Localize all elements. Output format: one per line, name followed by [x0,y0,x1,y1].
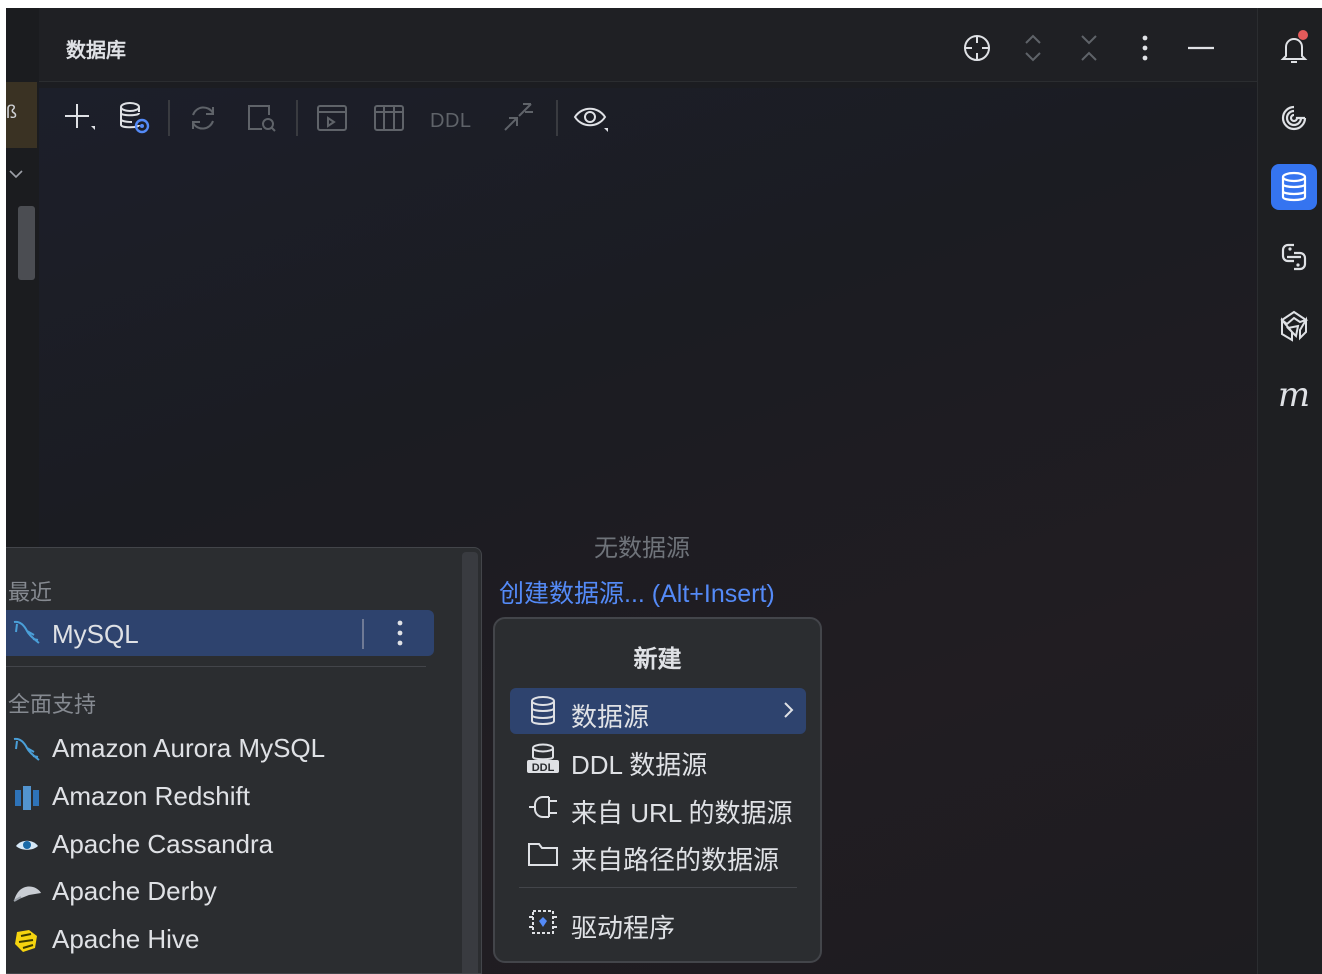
list-item[interactable]: Amazon Aurora MySQL [6,727,446,771]
database-toolbar: DDL [39,88,1257,148]
derby-hat-icon [10,878,44,908]
expand-all-icon[interactable] [1015,30,1051,66]
scrollbar-thumb[interactable] [18,206,35,280]
list-item-label: Amazon Aurora MySQL [52,733,326,763]
panel-header: 数据库 [39,8,1257,82]
recent-item-label: MySQL [52,619,139,649]
list-item-label: Apache Cassandra [52,829,274,859]
database-icon[interactable] [1271,164,1317,210]
left-tool-strip: ß [6,8,39,548]
create-data-source-link[interactable]: 创建数据源... (Alt+Insert) [499,574,775,610]
row-separator [362,619,364,649]
list-scrollbar[interactable] [462,552,478,973]
database-icon [526,696,560,726]
new-popup-menu: 新建 数据源 DDL DDL 数据源 来自 URL 的数据源 来自路径的数据源 [493,617,822,963]
driver-icon [526,907,560,937]
hive-bee-icon [10,926,44,956]
python-console-icon[interactable] [1271,234,1317,280]
view-options-icon[interactable] [571,98,611,138]
plugin-icon[interactable] [1271,303,1317,349]
menu-item-label: 来自路径的数据源 [571,845,780,875]
mysql-dolphin-icon [10,735,44,765]
mysql-dolphin-icon [10,618,44,648]
list-item[interactable]: Amazon Redshift [6,775,446,819]
toolbar-separator [168,100,170,136]
chevron-down-icon[interactable] [8,166,24,182]
menu-item-data-source-from-url[interactable]: 来自 URL 的数据源 [510,784,806,830]
empty-state-message: 无数据源 [594,535,690,562]
notifications-icon[interactable] [1271,26,1317,72]
data-source-type-list: 最近 MySQL 全面支持 Amazon Aurora MySQL Amazon… [6,547,482,974]
list-item[interactable]: Apache Hive [6,918,446,962]
folder-icon [526,839,560,869]
add-icon[interactable] [59,98,99,138]
toolbar-separator [296,100,298,136]
list-item[interactable]: Apache Cassandra [6,823,446,867]
popup-title: 新建 [633,646,682,673]
jump-to-source-icon[interactable] [499,98,539,138]
menu-item-data-source-from-path[interactable]: 来自路径的数据源 [510,831,806,877]
plug-icon [526,792,560,822]
list-item-label: Apache Derby [52,876,217,906]
list-item[interactable]: Apache Derby [6,870,446,914]
data-source-properties-icon[interactable] [115,98,155,138]
minimize-icon[interactable] [1183,30,1219,66]
menu-item-data-source[interactable]: 数据源 [510,688,806,734]
locate-icon[interactable] [959,30,995,66]
list-item-label: Amazon Redshift [52,781,250,811]
menu-item-label: DDL 数据源 [571,750,708,780]
more-options-icon[interactable] [388,616,412,650]
left-strip-glyph-icon: ß [6,102,17,122]
list-item-label: Apache Hive [52,924,200,954]
m-plugin-icon[interactable]: m [1271,372,1317,418]
chevron-right-icon [784,702,794,718]
menu-item-drivers[interactable]: 驱动程序 [510,899,806,945]
recent-section-header: 最近 [8,580,53,605]
menu-item-ddl-data-source[interactable]: DDL DDL 数据源 [510,736,806,782]
recent-item-mysql[interactable]: MySQL [6,610,434,656]
panel-title: 数据库 [66,40,126,62]
ide-window: ß 数据库 DDL 无数据源 创建数据源... (Alt+Insert) m 最… [6,8,1322,974]
cassandra-eye-icon [10,831,44,861]
table-view-icon[interactable] [369,98,409,138]
full-support-section-header: 全面支持 [8,692,97,717]
redshift-icon [10,783,44,813]
svg-text:DDL: DDL [532,762,555,774]
toolbar-separator [556,100,558,136]
schema-compare-icon[interactable] [241,98,281,138]
notification-badge [1298,30,1308,40]
right-tool-bar: m [1257,8,1322,974]
query-console-icon[interactable] [312,98,352,138]
ddl-button[interactable]: DDL [430,110,472,133]
ddl-database-icon: DDL [526,743,560,774]
menu-item-label: 来自 URL 的数据源 [571,798,793,828]
ai-assistant-icon[interactable] [1271,95,1317,141]
collapse-all-icon[interactable] [1071,30,1107,66]
menu-separator [519,887,797,888]
more-options-icon[interactable] [1127,30,1163,66]
menu-item-label: 数据源 [571,702,650,732]
menu-item-label: 驱动程序 [571,913,676,943]
section-divider [6,666,426,667]
refresh-icon[interactable] [183,98,223,138]
